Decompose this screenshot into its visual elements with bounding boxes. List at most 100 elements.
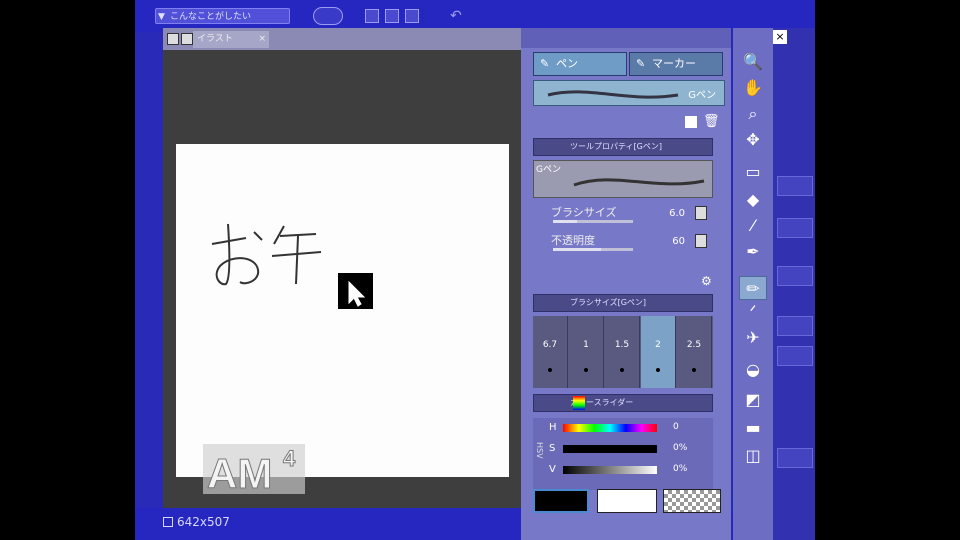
new-file-icon[interactable] [365,9,379,23]
airbrush-icon[interactable]: ✈ [739,326,767,350]
operation-icon[interactable]: ◆ [739,188,767,212]
marker-tab-label: マーカー [652,57,696,70]
close-icon[interactable]: × [258,31,266,48]
color-slider-icon [573,396,585,410]
v-label: V [549,464,556,475]
search-text: こんなことがしたい [170,12,252,22]
search-input[interactable]: ▼ こんなことがしたい [155,8,290,24]
swirl-icon[interactable] [313,7,343,25]
transparent-color-swatch[interactable] [663,489,721,513]
svg-text:AM: AM [207,450,272,494]
tab-pen[interactable]: ✎ ペン [533,52,627,76]
tool-palette: 🔍 ✋ ⌕ ✥ ▭ ◆ ⁄ ✒ ✏ ᐟ ✈ ◒ ◩ ▬ ◫ [733,28,773,540]
brush-size-value: 6.0 [669,208,685,219]
svg-text:4: 4 [283,446,296,471]
brush-size-preset-value: 2.5 [686,340,702,350]
zoom-icon[interactable]: 🔍 [739,50,767,74]
brush-size-preset[interactable]: 2.5 [677,316,712,388]
tab-marker[interactable]: ✎ マーカー [629,52,723,76]
brush-size-preset[interactable]: 1 [569,316,604,388]
hue-slider[interactable] [563,424,657,432]
preview-stroke [573,178,705,187]
pen-tab-icon: ✎ [540,57,550,70]
gradient-icon[interactable]: ◩ [739,388,767,412]
s-value: 0% [673,443,688,453]
fill-icon[interactable]: ◒ [739,358,767,382]
canvas-size-icon [163,517,173,527]
opacity-value: 60 [672,236,685,247]
app-window: ▼ こんなことがしたい ↶ イラスト × AM 4 642x507 ✎ ペン ✎… [135,0,815,540]
brush-stroke-preview [547,90,679,99]
hand-icon[interactable]: ✋ [739,76,767,100]
open-file-icon[interactable] [385,9,399,23]
magnifier-icon[interactable]: ⌕ [739,102,767,126]
duplicate-icon[interactable] [685,116,697,128]
marker-tab-icon: ✎ [636,57,646,70]
selection-icon[interactable]: ▭ [739,160,767,184]
move-icon[interactable]: ✥ [739,128,767,152]
canvas-tabbar: イラスト × [163,28,523,50]
eraser-icon[interactable]: ◫ [739,444,767,468]
brush-size-preset-dot [656,368,660,372]
opacity-row: 不透明度 60 [533,232,713,254]
canvas-panel: イラスト × お午 [163,28,523,508]
brush-size-preset-value: 1.5 [614,340,630,350]
docked-panel-strip-5[interactable] [777,346,813,366]
docked-panel-strip-4[interactable] [777,316,813,336]
brush-size-panel-header: ブラシサイズ[Gペン] [533,294,713,312]
saturation-slider[interactable] [563,445,657,453]
brush-size-label: ブラシサイズ [551,206,617,219]
gpen-subtool-item[interactable]: Gペン [533,80,725,106]
panel-menu-button[interactable] [167,33,179,45]
docked-panel-strip-6[interactable] [777,448,813,468]
watermark-logo: AM 4 [203,444,305,498]
brush-size-preset[interactable]: 1.5 [605,316,640,388]
docked-panel-strip-2[interactable] [777,218,813,238]
save-icon[interactable] [405,9,419,23]
pen-icon[interactable]: ✒ [739,240,767,264]
canvas-tab[interactable]: イラスト × [193,31,269,48]
panel-close-icon[interactable]: × [773,30,787,44]
brush-size-preset-dot [620,368,624,372]
pencil-icon[interactable]: ✏ [739,276,767,300]
docked-panel-strip-3[interactable] [777,266,813,286]
trash-icon[interactable]: 🗑 [703,114,720,129]
brush-size-slider[interactable] [553,220,633,223]
sub-color-swatch[interactable] [597,489,657,513]
shape-icon[interactable]: ▬ [739,416,767,440]
h-label: H [549,422,557,433]
brush-size-preset-dot [584,368,588,372]
brush-size-fill [553,220,577,223]
v-value: 0% [673,464,688,474]
brush-size-preset[interactable]: 2 [641,316,676,388]
s-label: S [549,443,556,454]
subtool-actions: 🗑 [681,114,721,132]
brush-icon[interactable]: ᐟ [739,300,767,324]
docked-panels: × [773,28,815,540]
undo-icon[interactable]: ↶ [450,8,462,24]
brush-size-row: ブラシサイズ 6.0 [533,204,713,226]
canvas-size-label: 642x507 [177,515,230,529]
brush-size-preset[interactable]: 6.7 [533,316,568,388]
color-slider-header: カラースライダー [533,394,713,412]
pressure-icon[interactable] [695,206,707,220]
panel-layout-button[interactable] [181,33,193,45]
eyedropper-icon[interactable]: ⁄ [739,214,767,238]
tool-property-preview: Gペン [533,160,713,198]
color-swatches [533,489,723,513]
brush-size-preset-value: 6.7 [542,340,558,350]
opacity-label: 不透明度 [551,234,595,247]
opacity-fill [553,248,601,251]
hsv-mode-label: HSV [535,442,544,459]
docked-panel-strip-1[interactable] [777,176,813,196]
pen-tab-label: ペン [556,57,578,70]
opacity-toggle-icon[interactable] [695,234,707,248]
brush-size-preset-value: 2 [655,340,661,350]
drawing-canvas[interactable]: お午 [176,144,509,477]
settings-icon[interactable]: ⚙ [701,274,712,288]
brush-size-preset-dot [548,368,552,372]
value-slider[interactable] [563,466,657,474]
main-color-swatch[interactable] [533,489,589,513]
opacity-slider[interactable] [553,248,633,251]
drawn-strokes [211,223,322,286]
